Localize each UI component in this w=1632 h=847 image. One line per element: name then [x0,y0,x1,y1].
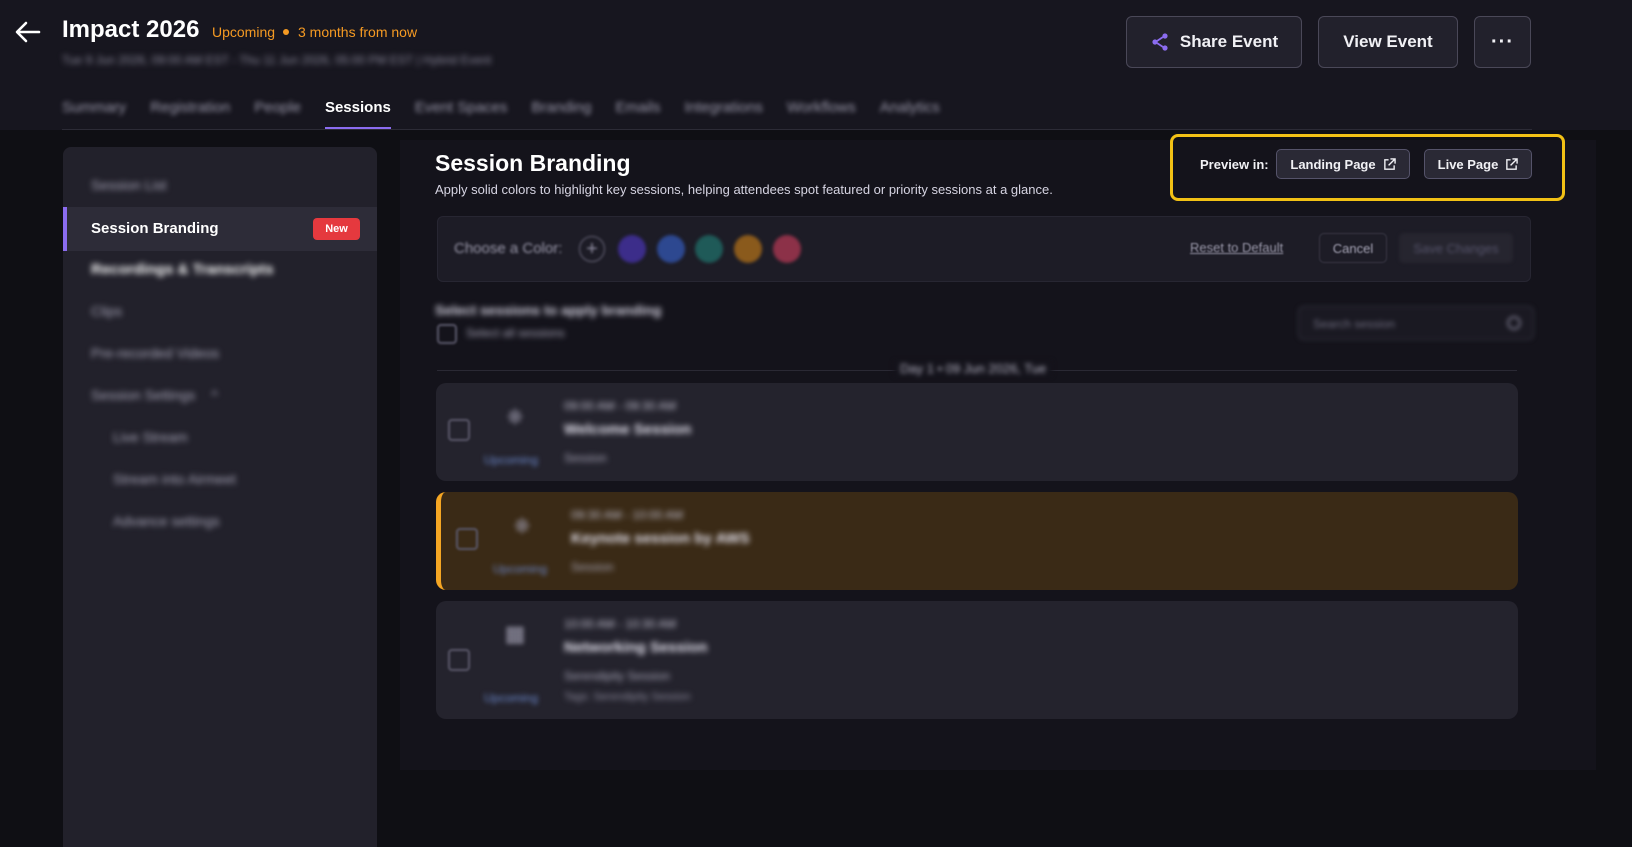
tab-analytics[interactable]: Analytics [880,96,940,130]
day-label: Day 1 • 09 Jun 2026, Tue [894,361,1053,376]
event-status: Upcoming [212,24,276,40]
session-state: Upcoming [484,691,539,705]
more-options-button[interactable]: ··· [1474,16,1531,68]
select-sessions-heading: Select sessions to apply branding [435,302,662,318]
tab-sessions[interactable]: Sessions [324,96,391,130]
back-arrow-icon[interactable] [12,16,44,48]
share-icon [1152,33,1168,51]
color-swatch[interactable] [695,235,723,263]
save-changes-button[interactable]: Save Changes [1399,233,1513,263]
reset-to-default-link[interactable]: Reset to Default [1190,240,1283,255]
choose-color-label: Choose a Color: [454,240,563,257]
tab-branding[interactable]: Branding [531,96,591,130]
search-placeholder: Search session [1313,317,1396,331]
sidebar-item-session-list[interactable]: Session List [63,177,377,193]
add-color-plus-icon[interactable]: + [579,236,605,262]
tab-workflows[interactable]: Workflows [787,96,856,130]
share-event-label: Share Event [1179,32,1279,51]
new-badge: New [313,218,360,240]
session-time: 09:30 AM - 10:00 AM [571,508,684,522]
sidebar-item-live-stream[interactable]: Live Stream [63,429,377,445]
sidebar-item-prerecorded-videos[interactable]: Pre-recorded Videos [63,345,377,361]
event-dateline: Tue 9 Jun 2026, 09:00 AM EST - Thu 11 Ju… [62,53,492,67]
session-name: Welcome Session [564,421,692,438]
external-link-icon [1506,157,1519,170]
session-name: Keynote session by AWS [571,530,750,547]
tab-people[interactable]: People [254,96,301,130]
cancel-button[interactable]: Cancel [1319,233,1387,263]
color-swatch[interactable] [657,235,685,263]
event-header: Impact 2026 Upcoming 3 months from now T… [0,0,1632,130]
session-networking-icon: ▦ [504,621,526,646]
tab-divider [62,129,1532,130]
session-checkbox[interactable] [448,649,470,671]
preview-label: Preview in: [1200,157,1269,172]
share-event-button[interactable]: Share Event [1126,16,1302,68]
search-session-input[interactable]: Search session [1298,306,1534,340]
session-name: Networking Session [564,639,708,656]
session-type: Serendipity Session [564,669,671,683]
tab-summary[interactable]: Summary [62,96,126,130]
event-relative-time: 3 months from now [298,24,418,40]
landing-page-preview-button[interactable]: Landing Page [1276,149,1410,179]
status-dot [283,29,289,35]
session-type: Session [564,451,607,465]
session-card[interactable]: ▦ Upcoming 10:00 AM - 10:30 AM Networkin… [436,601,1518,719]
sidebar-item-session-branding[interactable]: Session Branding New [63,207,377,251]
color-swatch[interactable] [734,235,762,263]
sidebar-item-stream-into-airmeet[interactable]: Stream into Airmeet [63,471,377,487]
tab-integrations[interactable]: Integrations [684,96,762,130]
search-icon [1507,316,1521,330]
sidebar-item-session-settings[interactable]: Session Settings ^ [63,387,377,403]
view-event-button[interactable]: View Event [1318,16,1458,68]
select-all-checkbox[interactable] [437,324,457,344]
tab-emails[interactable]: Emails [615,96,660,130]
live-page-preview-button[interactable]: Live Page [1424,149,1532,179]
session-type: Session [571,560,614,574]
event-tabs: Summary Registration People Sessions Eve… [62,96,940,130]
sidebar-item-label: Session Settings [91,387,196,403]
sidebar-item-advance-settings[interactable]: Advance settings [63,513,377,529]
page-description: Apply solid colors to highlight key sess… [435,182,1053,197]
session-tags: Tags: Serendipity Session [564,691,691,703]
sidebar-item-clips[interactable]: Clips [63,303,377,319]
sidebar-item-recordings[interactable]: Recordings & Transcripts [63,261,377,278]
live-page-label: Live Page [1437,156,1499,172]
session-time: 10:00 AM - 10:30 AM [564,617,677,631]
color-swatch[interactable] [773,235,801,263]
session-card[interactable]: ⎈ Upcoming 09:00 AM - 09:30 AM Welcome S… [436,383,1518,481]
sidebar-item-label: Session Branding [91,220,219,237]
color-swatch[interactable] [618,235,646,263]
session-state: Upcoming [484,453,539,467]
session-stage-icon: ⎈ [506,403,524,428]
landing-page-label: Landing Page [1290,156,1376,172]
session-stage-icon: ⎈ [513,512,531,537]
select-all-label: Select all sessions [466,326,565,340]
sessions-sidebar: Session List Session Branding New Record… [63,147,377,847]
tab-registration[interactable]: Registration [150,96,230,130]
event-title: Impact 2026 [62,16,200,43]
session-checkbox[interactable] [456,528,478,550]
page-title: Session Branding [435,150,631,176]
tab-event-spaces[interactable]: Event Spaces [415,96,508,130]
session-card-highlighted[interactable]: ⎈ Upcoming 09:30 AM - 10:00 AM Keynote s… [436,492,1518,590]
external-link-icon [1383,157,1396,170]
chevron-up-icon: ^ [211,387,218,403]
session-state: Upcoming [493,562,548,576]
session-time: 09:00 AM - 09:30 AM [564,399,677,413]
session-checkbox[interactable] [448,419,470,441]
